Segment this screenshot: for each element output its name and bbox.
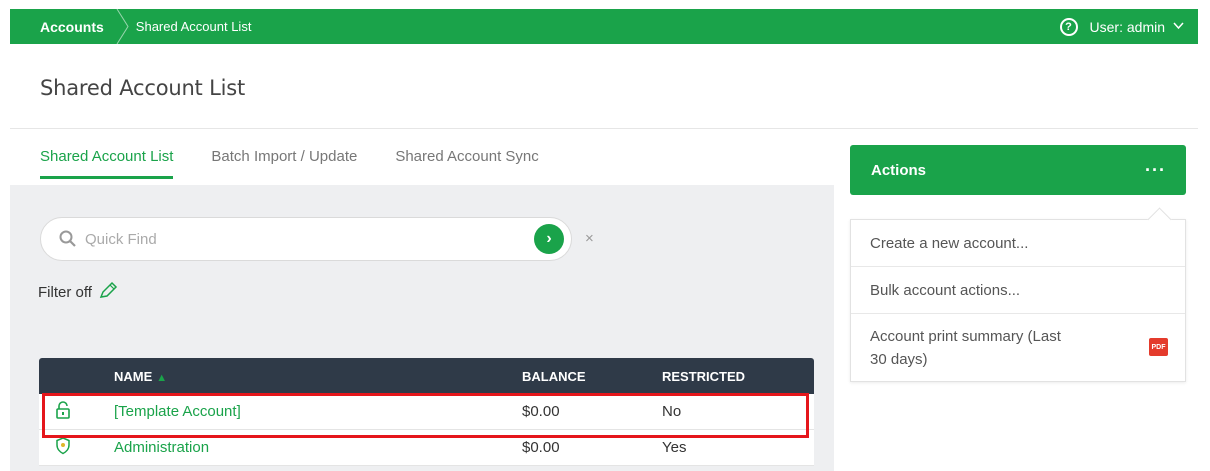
table-header: NAME ▲ BALANCE RESTRICTED bbox=[39, 358, 814, 394]
bulk-account-actions[interactable]: Bulk account actions... bbox=[851, 267, 1185, 314]
column-balance[interactable]: BALANCE bbox=[522, 369, 662, 384]
account-balance: $0.00 bbox=[522, 403, 560, 420]
breadcrumb-accounts[interactable]: Accounts bbox=[10, 19, 116, 35]
content-panel: › × Filter off NAME▲ BALANCE RESTRICTED … bbox=[10, 185, 834, 471]
breadcrumb-current: Shared Account List bbox=[135, 19, 252, 34]
user-label[interactable]: User: admin bbox=[1090, 19, 1165, 35]
search-icon bbox=[59, 230, 77, 248]
table-row[interactable]: [Template Account] $0.00 No bbox=[39, 394, 814, 430]
pencil-icon[interactable] bbox=[98, 281, 118, 303]
account-balance: $0.00 bbox=[522, 439, 560, 456]
shield-icon bbox=[39, 436, 114, 459]
column-name[interactable]: NAME ▲ bbox=[114, 369, 522, 384]
pdf-icon[interactable]: PDF bbox=[1149, 338, 1168, 356]
filter-toggle[interactable]: Filter off bbox=[38, 281, 118, 303]
create-account-action[interactable]: Create a new account... bbox=[851, 220, 1185, 267]
actions-title: Actions bbox=[871, 161, 927, 179]
chevron-down-icon[interactable] bbox=[1173, 21, 1184, 33]
top-bar: Accounts Shared Account List ? User: adm… bbox=[10, 9, 1198, 44]
breadcrumb-separator bbox=[116, 9, 130, 44]
clear-search-icon[interactable]: × bbox=[585, 230, 594, 247]
actions-menu: Create a new account... Bulk account act… bbox=[850, 219, 1186, 382]
tab-shared-account-sync[interactable]: Shared Account Sync bbox=[395, 148, 538, 179]
tab-shared-account-list[interactable]: Shared Account List bbox=[40, 148, 174, 179]
accounts-table: NAME ▲ BALANCE RESTRICTED [Template Accou… bbox=[39, 358, 814, 466]
page-title: Shared Account List bbox=[40, 76, 245, 100]
column-restricted[interactable]: RESTRICTED bbox=[662, 369, 812, 384]
account-name-link[interactable]: [Template Account] bbox=[114, 403, 522, 420]
account-restricted: No bbox=[662, 403, 682, 420]
quick-find-input[interactable] bbox=[85, 230, 525, 248]
quick-find-box: › bbox=[40, 217, 572, 261]
user-menu[interactable]: ? User: admin bbox=[1059, 17, 1198, 36]
sort-asc-icon[interactable]: ▲ bbox=[156, 372, 167, 384]
help-icon[interactable]: ? bbox=[1059, 17, 1078, 36]
actions-header[interactable]: Actions ··· bbox=[850, 145, 1186, 195]
search-go-button[interactable]: › bbox=[534, 224, 564, 254]
account-restricted: Yes bbox=[662, 439, 687, 456]
unlock-icon bbox=[39, 400, 114, 423]
divider bbox=[10, 128, 1198, 129]
table-row[interactable]: Administration $0.00 Yes bbox=[39, 430, 814, 466]
more-icon[interactable]: ··· bbox=[1145, 160, 1166, 181]
account-name-link[interactable]: Administration bbox=[114, 439, 522, 456]
filter-label[interactable]: Filter off bbox=[38, 284, 92, 301]
tab-bar: Shared Account List Batch Import / Updat… bbox=[40, 148, 577, 179]
print-summary-action[interactable]: Account print summary (Last 30 days) PDF bbox=[851, 314, 1185, 381]
tab-batch-import-update[interactable]: Batch Import / Update bbox=[211, 148, 357, 179]
